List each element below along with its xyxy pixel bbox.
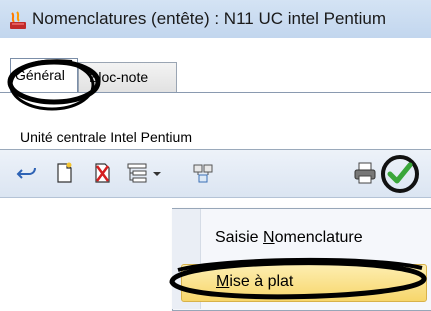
tree-structure-icon[interactable] bbox=[124, 160, 150, 186]
app-logo-icon bbox=[8, 10, 28, 30]
dropdown-arrow-icon[interactable] bbox=[152, 170, 162, 178]
delete-document-icon[interactable] bbox=[89, 160, 115, 186]
window-title: Nomenclatures (entête) : N11 UC intel Pe… bbox=[32, 9, 387, 28]
new-document-icon[interactable] bbox=[51, 160, 77, 186]
menu-item-accelerator: N bbox=[263, 229, 275, 246]
menu-item-accelerator: M bbox=[216, 273, 230, 290]
menu-item-label: omenclature bbox=[274, 229, 363, 246]
tab-general[interactable]: Général bbox=[10, 58, 78, 92]
menu-item-mise-a-plat[interactable]: Mise à plat bbox=[181, 264, 427, 302]
components-icon[interactable] bbox=[190, 160, 216, 186]
menu-item-label: ise à plat bbox=[229, 273, 294, 290]
description-field[interactable]: Unité centrale Intel Pentium bbox=[20, 129, 192, 145]
validate-checkmark-icon[interactable] bbox=[380, 154, 420, 194]
menu-item-saisie-nomenclature[interactable]: Saisie Nomenclature bbox=[201, 225, 421, 257]
printer-icon[interactable] bbox=[352, 160, 378, 186]
undo-icon[interactable] bbox=[14, 160, 40, 186]
tab-bloc-note[interactable]: Bloc-note bbox=[78, 62, 177, 92]
menu-item-label: Saisie bbox=[215, 229, 264, 246]
